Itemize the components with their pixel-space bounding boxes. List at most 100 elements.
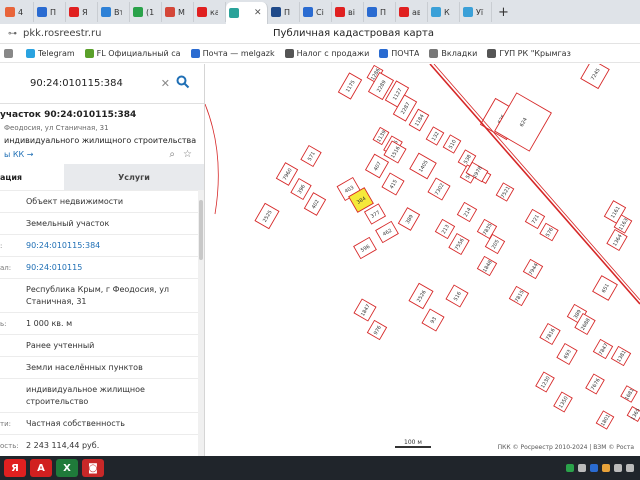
map-parcel[interactable]: 1405 (409, 152, 437, 180)
map-parcel[interactable]: 1381 (610, 345, 632, 367)
favorite-star-icon[interactable]: ☆ (183, 149, 192, 160)
browser-tab[interactable]: Вт (98, 2, 130, 22)
browser-tab[interactable]: К (428, 2, 460, 22)
map-parcel[interactable]: 213 (434, 218, 456, 240)
attribute-label: ь: (0, 319, 7, 328)
map-parcel[interactable]: 1175 (337, 72, 363, 100)
tray-icon[interactable] (566, 464, 574, 472)
map-parcel[interactable]: 462 (375, 220, 399, 244)
map-parcel[interactable]: 7815 (508, 285, 530, 307)
browser-tab[interactable]: ві (332, 2, 364, 22)
tab-services[interactable]: Услуги (64, 164, 204, 190)
map-parcel[interactable]: 596 (353, 236, 377, 260)
browser-tab[interactable]: П (268, 2, 300, 22)
map-parcel[interactable]: 1801 (595, 410, 615, 430)
map-parcel[interactable]: 1230 (535, 371, 555, 393)
cadastral-map[interactable]: 1175128622891127228711846261139112513251… (205, 64, 640, 456)
tray-icon[interactable] (578, 464, 586, 472)
map-parcel[interactable]: 7302 (427, 177, 451, 201)
map-parcel[interactable]: 624 (494, 92, 552, 152)
tray-icon[interactable] (602, 464, 610, 472)
bookmark-item[interactable]: Telegram (26, 49, 75, 58)
map-parcel[interactable]: 7676 (585, 373, 605, 395)
tray-icon[interactable] (590, 464, 598, 472)
browser-tab[interactable]: (1 (130, 2, 162, 22)
browser-tab[interactable]: ка (194, 2, 226, 22)
map-parcel[interactable]: 693 (556, 342, 578, 366)
kk-link[interactable]: ы КК → (4, 150, 33, 159)
bookmark-label: FL Официальный са (96, 49, 181, 58)
map-parcel[interactable]: 1848 (476, 255, 498, 277)
map-canvas[interactable]: 1175128622891127228711846261139112513251… (205, 64, 640, 456)
bookmark-item[interactable]: Налог с продажи (284, 49, 369, 58)
attribute-link[interactable]: 90:24:010115:384 (26, 240, 204, 252)
map-parcel[interactable]: 651 (592, 275, 618, 301)
map-parcel[interactable]: 721 (524, 208, 546, 230)
browser-tab[interactable]: Уї (460, 2, 492, 22)
map-parcel[interactable]: 576 (539, 222, 559, 242)
map-parcel[interactable]: 7521 (495, 182, 515, 202)
bookmark-label: Вкладки (441, 49, 478, 58)
browser-tab[interactable]: П (34, 2, 66, 22)
map-parcel[interactable]: 510 (442, 134, 462, 154)
browser-tab[interactable]: ав (396, 2, 428, 22)
zoom-to-object-icon[interactable]: ⌕ (169, 149, 175, 160)
bookmark-item[interactable]: FL Официальный са (84, 49, 181, 58)
map-parcel[interactable]: 7960 (275, 162, 299, 186)
cadastral-search[interactable]: 90:24:010115:384 ✕ (0, 64, 204, 104)
map-parcel[interactable]: 7944 (522, 258, 544, 280)
map-parcel[interactable]: 93 (421, 308, 445, 332)
map-parcel[interactable]: 516 (445, 284, 469, 308)
browser-tab[interactable]: Сі (300, 2, 332, 22)
attribute-value: индивидуальное жилищное строительство (26, 384, 145, 406)
yandex-browser-icon[interactable]: Я (4, 459, 26, 477)
browser-tab[interactable]: ✕ (226, 2, 268, 24)
map-parcel[interactable]: 214 (456, 201, 478, 223)
url-field[interactable]: pkk.rosreestr.ru (23, 28, 273, 39)
map-parcel[interactable]: 389 (397, 207, 421, 231)
map-parcel[interactable]: 1847 (353, 298, 377, 322)
map-parcel[interactable]: 415 (381, 172, 405, 196)
map-parcel[interactable]: 396 (290, 177, 312, 201)
map-parcel[interactable]: 1365 (626, 405, 640, 422)
map-parcel[interactable]: 1681 (620, 385, 638, 403)
search-input[interactable]: 90:24:010115:384 (30, 78, 123, 89)
map-parcel[interactable]: 2526 (408, 282, 434, 310)
excel-icon[interactable]: X (56, 459, 78, 477)
bookmark-item[interactable]: ПОЧТА (379, 49, 419, 58)
map-parcel[interactable]: 1139 (372, 126, 390, 146)
map-parcel[interactable]: 7847 (592, 338, 614, 360)
pdf-icon[interactable]: A (30, 459, 52, 477)
camera-icon[interactable]: ◙ (82, 459, 104, 477)
map-parcel[interactable]: 571 (300, 144, 322, 168)
map-parcel[interactable]: 7816 (539, 322, 561, 346)
map-parcel[interactable]: 1184 (408, 108, 430, 132)
map-parcel[interactable]: 402 (303, 192, 327, 216)
bookmarks-bar: Telegram FL Официальный са Почта — melgazk… (0, 45, 640, 63)
attribute-link[interactable]: 90:24:010115 (26, 262, 204, 274)
tray-icon[interactable] (614, 464, 622, 472)
map-parcel[interactable]: 132 (425, 126, 445, 146)
browser-tab[interactable]: M (162, 2, 194, 22)
browser-tab[interactable]: П (364, 2, 396, 22)
tray-icon[interactable] (626, 464, 634, 472)
new-tab-button[interactable]: + (498, 5, 509, 20)
site-info-icon[interactable]: ⊶ (8, 29, 17, 39)
panel-scrollbar[interactable] (198, 190, 204, 456)
bookmark-item[interactable]: Почта — melgazk (190, 49, 275, 58)
clear-icon[interactable]: ✕ (161, 77, 170, 90)
bookmark-item[interactable]: ГУП РК "Крымгаз (487, 49, 571, 58)
map-parcel[interactable]: 1350 (553, 391, 573, 413)
map-parcel[interactable]: 7556 (448, 232, 470, 256)
map-parcel[interactable]: 2525 (254, 202, 280, 230)
search-icon[interactable] (176, 75, 190, 92)
bookmark-item[interactable]: Вкладки (429, 49, 477, 58)
map-parcel[interactable]: 407 (364, 153, 390, 179)
map-parcel[interactable]: 976 (366, 319, 388, 341)
map-parcel[interactable]: 7245 (580, 64, 610, 90)
tab-info[interactable]: ация (0, 164, 64, 190)
browser-tab[interactable]: 4 (2, 2, 34, 22)
bookmark-item[interactable] (4, 49, 16, 58)
close-tab-icon[interactable]: ✕ (254, 8, 262, 18)
browser-tab[interactable]: Я (66, 2, 98, 22)
